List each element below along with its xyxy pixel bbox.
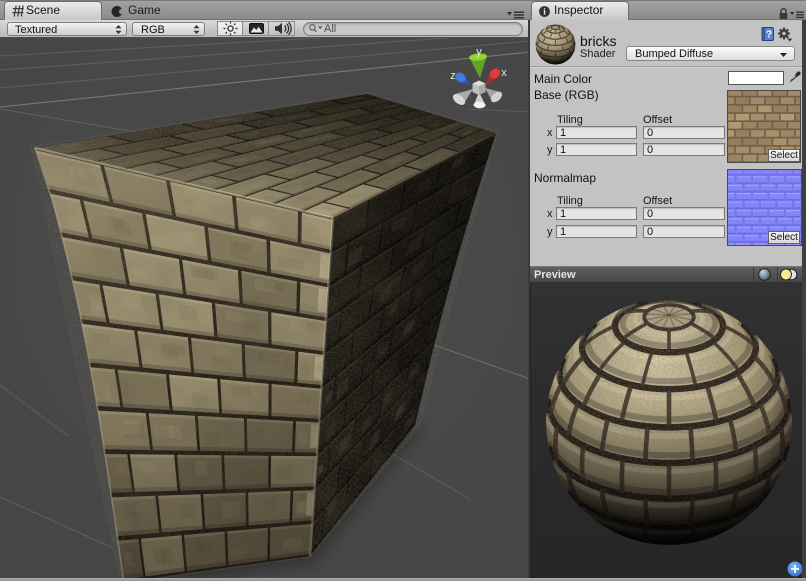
svg-text:y: y	[476, 46, 482, 58]
svg-text:?: ?	[766, 30, 772, 41]
svg-text:x: x	[501, 67, 507, 79]
svg-text:z: z	[450, 70, 456, 82]
